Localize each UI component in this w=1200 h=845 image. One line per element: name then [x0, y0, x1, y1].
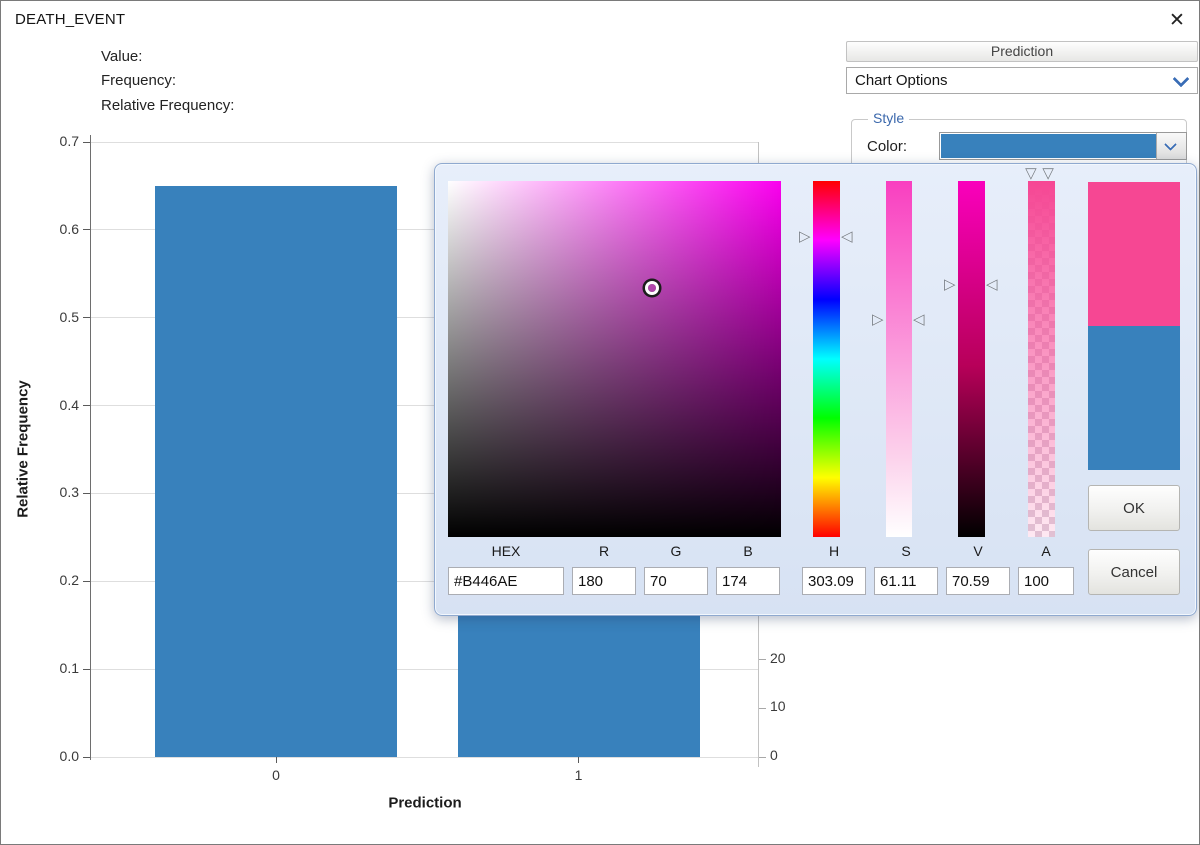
y-axis-tick-label: 0.1: [29, 660, 79, 676]
b-input[interactable]: [716, 567, 780, 595]
right-axis-tick: [759, 708, 766, 709]
death-event-chart-window: DEATH_EVENT ✕ Value: Frequency: Relative…: [0, 0, 1200, 845]
r-field-label: R: [572, 543, 636, 559]
b-field-label: B: [716, 543, 780, 559]
y-axis-tick-label: 0.6: [29, 221, 79, 237]
selected-color-swatch: [941, 134, 1157, 158]
a-field-label: A: [1018, 543, 1074, 559]
y-axis-tick-label: 0.5: [29, 309, 79, 325]
right-axis-tick: [759, 659, 766, 660]
chevron-down-icon: [1173, 71, 1190, 88]
right-axis-tick: [759, 757, 766, 758]
chart-options-dropdown[interactable]: Chart Options: [846, 67, 1198, 94]
x-axis-tick: [276, 757, 277, 763]
color-picker-dialog: OK Cancel HEXRGBHSVA ▷◁▷◁▷◁▷◁: [434, 163, 1197, 616]
v-input[interactable]: [946, 567, 1010, 595]
color-dropdown-button[interactable]: [1156, 133, 1186, 159]
chart-options-selected-value: Chart Options: [855, 68, 948, 93]
hex-input[interactable]: [448, 567, 564, 595]
y-axis-tick-label: 0.2: [29, 572, 79, 588]
a-input[interactable]: [1018, 567, 1074, 595]
g-input[interactable]: [644, 567, 708, 595]
right-axis-tick-label: 0: [770, 747, 778, 763]
color-dropdown[interactable]: [939, 132, 1187, 160]
h-input[interactable]: [802, 567, 866, 595]
x-axis-tick: [578, 757, 579, 763]
r-input[interactable]: [572, 567, 636, 595]
x-axis-tick-label: 1: [559, 767, 599, 783]
prediction-column-button[interactable]: Prediction: [846, 41, 1198, 62]
right-axis-tick-label: 10: [770, 698, 786, 714]
y-axis-tick-label: 0.0: [29, 748, 79, 764]
right-axis-tick-label: 20: [770, 650, 786, 666]
h-field-label: H: [802, 543, 866, 559]
s-field-label: S: [874, 543, 938, 559]
chevron-down-icon: [1164, 138, 1177, 151]
x-axis-tick-label: 0: [256, 767, 296, 783]
style-group-legend: Style: [868, 110, 909, 126]
x-axis-title: Prediction: [388, 795, 461, 812]
bar-category-0[interactable]: [155, 186, 397, 757]
color-label: Color:: [867, 138, 907, 155]
y-axis-tick-label: 0.3: [29, 484, 79, 500]
gridline: [91, 142, 758, 143]
hex-field-label: HEX: [448, 543, 564, 559]
y-axis-tick-label: 0.4: [29, 397, 79, 413]
y-axis-line: [90, 135, 91, 760]
v-field-label: V: [946, 543, 1010, 559]
s-input[interactable]: [874, 567, 938, 595]
color-value-fields: HEX RGB HSVA: [435, 164, 1196, 615]
y-axis-tick-label: 0.7: [29, 133, 79, 149]
g-field-label: G: [644, 543, 708, 559]
